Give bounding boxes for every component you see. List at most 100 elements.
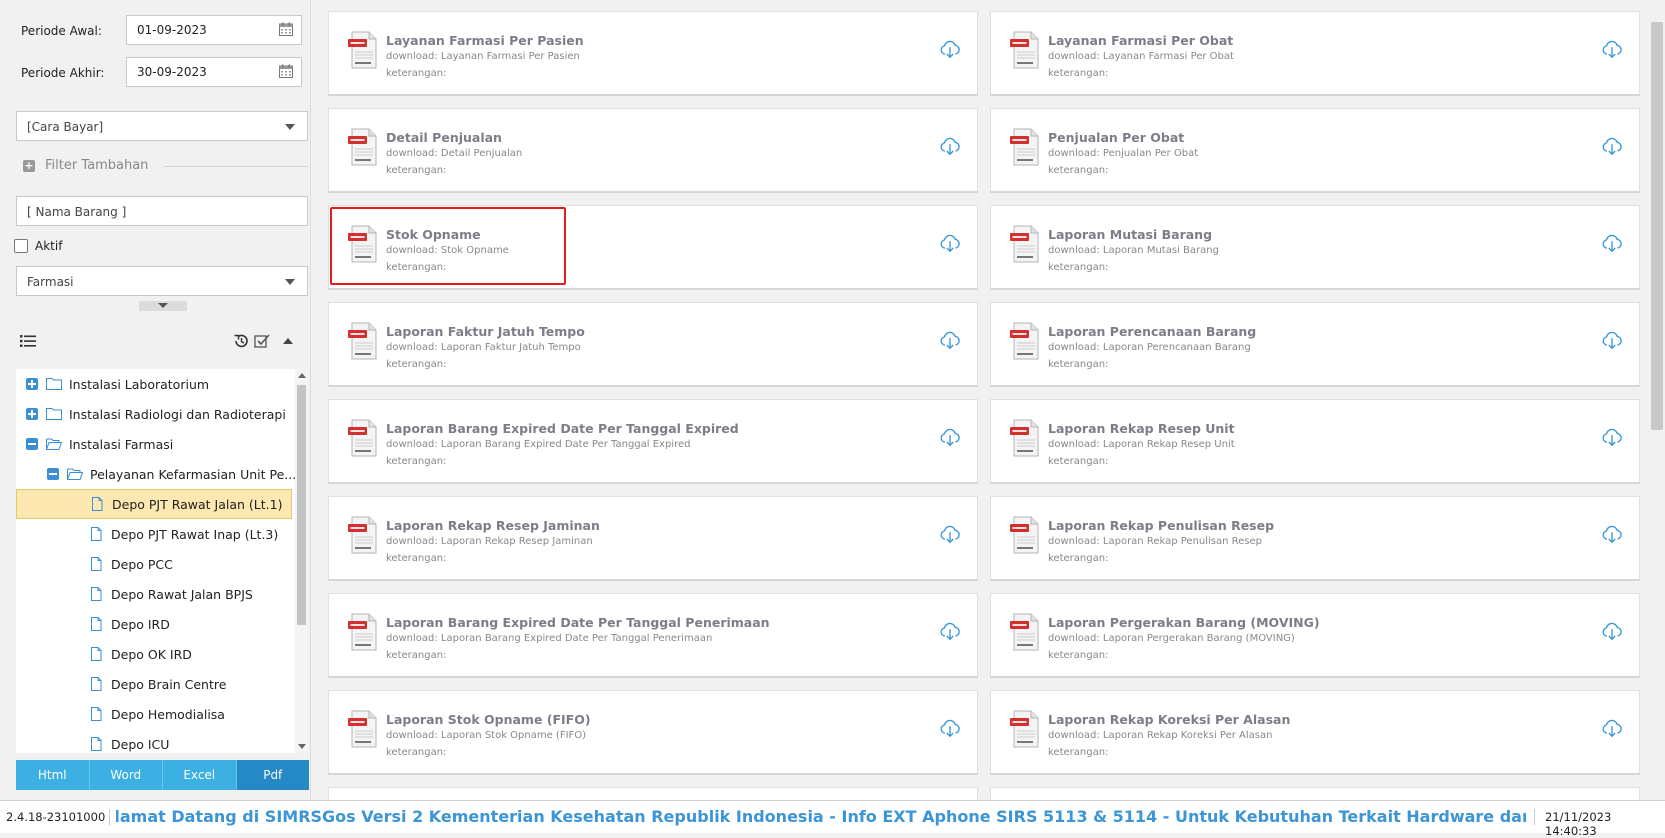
tree-leaf-item[interactable]: Depo PCC <box>16 549 292 579</box>
tree-leaf-item[interactable]: Depo IRD <box>16 609 292 639</box>
report-card[interactable]: Layanan Farmasi Per Pasien download: Laya… <box>328 11 978 96</box>
tree-leaf-item[interactable]: Depo PJT Rawat Inap (Lt.3) <box>16 519 292 549</box>
calendar-icon[interactable] <box>279 22 293 36</box>
calendar-icon[interactable] <box>279 64 293 78</box>
tree-item-label: Depo Brain Centre <box>111 676 227 692</box>
report-title[interactable]: Laporan Mutasi Barang <box>1048 227 1212 242</box>
tree-item-label: Instalasi Laboratorium <box>69 376 210 392</box>
report-title[interactable]: Laporan Rekap Koreksi Per Alasan <box>1048 712 1290 727</box>
tree-folder-item[interactable]: Instalasi Farmasi <box>16 429 292 459</box>
aktif-checkbox[interactable] <box>14 239 28 253</box>
report-card[interactable]: Laporan Perencanaan Barang download: Lapo… <box>990 302 1640 387</box>
cloud-download-icon[interactable] <box>1601 620 1623 642</box>
cloud-download-icon[interactable] <box>1601 38 1623 60</box>
report-title[interactable]: Laporan Pergerakan Barang (MOVING) <box>1048 615 1320 630</box>
report-title[interactable]: Laporan Rekap Penulisan Resep <box>1048 518 1274 533</box>
report-title[interactable]: Laporan Barang Expired Date Per Tanggal … <box>386 615 770 630</box>
report-card[interactable]: Laporan Barang Expired Date Per Tanggal … <box>328 593 978 678</box>
report-title[interactable]: Laporan Faktur Jatuh Tempo <box>386 324 585 339</box>
report-card[interactable]: Laporan Rekap Resep Unit download: Lapora… <box>990 399 1640 484</box>
export-word-button[interactable]: Word <box>89 760 163 790</box>
export-excel-button[interactable]: Excel <box>163 760 237 790</box>
cloud-download-icon[interactable] <box>1601 426 1623 448</box>
report-card[interactable]: Laporan Faktur Jatuh Tempo download: Lapo… <box>328 302 978 387</box>
expand-icon[interactable] <box>26 378 38 390</box>
scroll-up-icon[interactable] <box>298 373 306 378</box>
report-title[interactable]: Penjualan Per Obat <box>1048 130 1184 145</box>
tree-folder-item[interactable]: Instalasi Laboratorium <box>16 369 292 399</box>
export-pdf-button[interactable]: Pdf <box>236 760 309 790</box>
report-title[interactable]: Layanan Farmasi Per Obat <box>1048 33 1233 48</box>
pdf-file-icon <box>1010 128 1039 166</box>
report-card[interactable]: Laporan Pergerakan Barang (MOVING) downlo… <box>990 593 1640 678</box>
cloud-download-icon[interactable] <box>1601 523 1623 545</box>
report-card[interactable]: Laporan Barang Expired Date Per Tanggal … <box>328 399 978 484</box>
pdf-file-icon <box>1010 419 1039 457</box>
report-card[interactable]: Laporan Rekap Resep Jaminan download: Lap… <box>328 496 978 581</box>
report-title[interactable]: Detail Penjualan <box>386 130 502 145</box>
report-title[interactable]: Laporan Stok Opname (FIFO) <box>386 712 591 727</box>
periode-akhir-input[interactable]: 30-09-2023 <box>126 57 302 87</box>
tree-leaf-item[interactable]: Depo Hemodialisa <box>16 699 292 729</box>
main-scrollbar[interactable] <box>1651 22 1663 430</box>
scroll-down-icon[interactable] <box>298 744 306 749</box>
cloud-download-icon[interactable] <box>939 717 961 739</box>
report-title[interactable]: Laporan Perencanaan Barang <box>1048 324 1256 339</box>
export-html-button[interactable]: Html <box>16 760 90 790</box>
report-card[interactable]: Layanan Farmasi Per Obat download: Layana… <box>990 11 1640 96</box>
chevron-up-icon[interactable] <box>280 333 296 349</box>
nama-barang-placeholder: [ Nama Barang ] <box>27 205 127 219</box>
report-card[interactable]: Laporan Rekap Koreksi Per Alasan download… <box>990 690 1640 775</box>
tree-leaf-item[interactable]: Depo OK IRD <box>16 639 292 669</box>
scroll-thumb[interactable] <box>297 385 306 625</box>
cloud-download-icon[interactable] <box>939 38 961 60</box>
cloud-download-icon[interactable] <box>939 232 961 254</box>
tree-leaf-item[interactable]: Depo Rawat Jalan BPJS <box>16 579 292 609</box>
cloud-download-icon[interactable] <box>939 620 961 642</box>
cloud-download-icon[interactable] <box>939 329 961 351</box>
cloud-download-icon[interactable] <box>939 426 961 448</box>
nama-barang-input[interactable]: [ Nama Barang ] <box>16 196 308 226</box>
cara-bayar-select[interactable]: [Cara Bayar] <box>16 111 308 141</box>
list-icon[interactable] <box>20 333 36 349</box>
history-icon[interactable] <box>233 333 249 349</box>
report-card[interactable]: Laporan Stok Opname (FIFO) download: Lapo… <box>328 690 978 775</box>
report-card[interactable] <box>990 787 1640 800</box>
tree-folder-item[interactable]: Instalasi Radiologi dan Radioterapi <box>16 399 292 429</box>
report-title[interactable]: Laporan Rekap Resep Jaminan <box>386 518 600 533</box>
report-keterangan: keterangan: <box>1048 68 1109 79</box>
tree-scrollbar[interactable] <box>295 369 308 753</box>
tree-leaf-item[interactable]: Depo Brain Centre <box>16 669 292 699</box>
cloud-download-icon[interactable] <box>1601 232 1623 254</box>
collapse-icon[interactable] <box>47 468 59 480</box>
check-square-icon[interactable] <box>254 333 270 349</box>
tree-leaf-item[interactable]: Depo PJT Rawat Jalan (Lt.1) <box>16 489 292 519</box>
report-title[interactable]: Laporan Barang Expired Date Per Tanggal … <box>386 421 739 436</box>
tree-item-label: Depo PJT Rawat Inap (Lt.3) <box>111 526 279 542</box>
report-card[interactable]: Stok Opname download: Stok Opname keterang… <box>328 205 978 290</box>
cloud-download-icon[interactable] <box>1601 329 1623 351</box>
expand-icon[interactable] <box>26 408 38 420</box>
cloud-download-icon[interactable] <box>939 523 961 545</box>
report-title[interactable]: Laporan Rekap Resep Unit <box>1048 421 1235 436</box>
report-card[interactable] <box>328 787 978 800</box>
cloud-download-icon[interactable] <box>939 135 961 157</box>
report-title[interactable]: Layanan Farmasi Per Pasien <box>386 33 584 48</box>
filter-tambahan-toggle[interactable]: + Filter Tambahan <box>23 158 148 173</box>
report-card[interactable]: Penjualan Per Obat download: Penjualan Pe… <box>990 108 1640 193</box>
cloud-download-icon[interactable] <box>1601 135 1623 157</box>
tree-folder-item[interactable]: Pelayanan Kefarmasian Unit Pe... <box>16 459 296 489</box>
report-title[interactable]: Stok Opname <box>386 227 481 242</box>
kategori-select[interactable]: Farmasi <box>16 266 308 296</box>
cloud-download-icon[interactable] <box>1601 717 1623 739</box>
report-download-text: download: Detail Penjualan <box>386 148 523 159</box>
tree-leaf-item[interactable]: Depo ICU <box>16 729 292 753</box>
aktif-checkbox-row[interactable]: Aktif <box>14 239 62 253</box>
report-card[interactable]: Laporan Rekap Penulisan Resep download: L… <box>990 496 1640 581</box>
collapse-icon[interactable] <box>26 438 38 450</box>
collapse-filters-handle[interactable] <box>139 301 187 311</box>
report-keterangan: keterangan: <box>386 262 447 273</box>
report-card[interactable]: Detail Penjualan download: Detail Penjual… <box>328 108 978 193</box>
report-card[interactable]: Laporan Mutasi Barang download: Laporan M… <box>990 205 1640 290</box>
periode-awal-input[interactable]: 01-09-2023 <box>126 15 302 45</box>
